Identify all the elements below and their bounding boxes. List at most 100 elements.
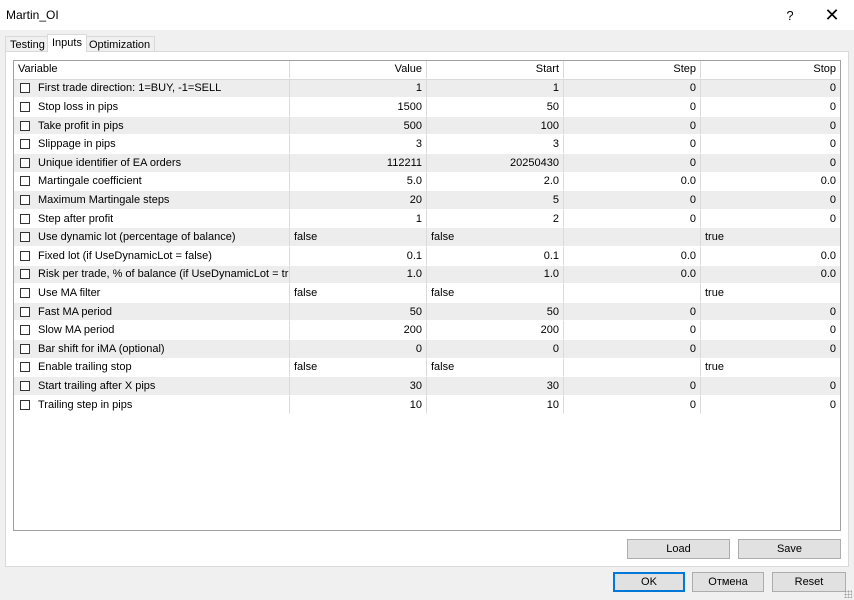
step-cell[interactable]: 0.0	[564, 265, 701, 285]
ok-button[interactable]: OK	[613, 572, 685, 592]
table-row[interactable]: Maximum Martingale steps 20 5 0 0	[14, 191, 840, 210]
start-cell[interactable]: 1.0	[427, 265, 564, 285]
cancel-button[interactable]: Отмена	[692, 572, 764, 592]
stop-cell[interactable]: 0	[701, 340, 840, 359]
step-cell[interactable]: 0	[564, 340, 701, 359]
value-cell[interactable]: 0.1	[290, 247, 427, 266]
value-cell[interactable]: 30	[290, 377, 427, 396]
stop-cell[interactable]: 0	[701, 210, 840, 229]
variable-cell[interactable]: Maximum Martingale steps	[14, 191, 290, 210]
stop-cell[interactable]: 0.0	[701, 173, 840, 192]
table-row[interactable]: Stop loss in pips 1500 50 0 0	[14, 98, 840, 117]
reset-button[interactable]: Reset	[772, 572, 846, 592]
stop-cell[interactable]: 0	[701, 396, 840, 415]
optimize-checkbox[interactable]	[20, 287, 30, 298]
optimize-checkbox[interactable]	[20, 139, 30, 150]
value-cell[interactable]: 3	[290, 135, 427, 154]
table-row[interactable]: Fixed lot (if UseDynamicLot = false) 0.1 0…	[14, 247, 840, 266]
table-row[interactable]: Enable trailing stop false false true	[14, 358, 840, 378]
variable-cell[interactable]: Slow MA period	[14, 321, 290, 340]
step-cell[interactable]: 0.0	[564, 247, 701, 266]
variable-cell[interactable]: Fixed lot (if UseDynamicLot = false)	[14, 247, 290, 266]
optimize-checkbox[interactable]	[20, 120, 30, 131]
header-stop[interactable]: Stop	[701, 61, 840, 79]
stop-cell[interactable]: 0	[701, 191, 840, 210]
step-cell[interactable]: 0	[564, 302, 701, 322]
save-button[interactable]: Save	[738, 539, 841, 559]
start-cell[interactable]: 0	[427, 340, 564, 359]
step-cell[interactable]: 0	[564, 98, 701, 117]
variable-cell[interactable]: Risk per trade, % of balance (if UseDyna…	[14, 265, 290, 285]
optimize-checkbox[interactable]	[20, 399, 30, 410]
optimize-checkbox[interactable]	[20, 232, 30, 243]
value-cell[interactable]: 10	[290, 395, 427, 415]
value-cell[interactable]: 1500	[290, 98, 427, 117]
optimize-checkbox[interactable]	[20, 269, 30, 280]
value-cell[interactable]: 112211	[290, 154, 427, 173]
optimize-checkbox[interactable]	[20, 213, 30, 224]
table-row[interactable]: First trade direction: 1=BUY, -1=SELL 1 1 0…	[14, 79, 840, 99]
table-row[interactable]: Fast MA period 50 50 0 0	[14, 302, 840, 322]
start-cell[interactable]: false	[427, 228, 564, 247]
header-start[interactable]: Start	[427, 61, 564, 79]
stop-cell[interactable]: 0	[701, 377, 840, 396]
variable-cell[interactable]: Bar shift for iMA (optional)	[14, 340, 290, 359]
stop-cell[interactable]: true	[701, 359, 840, 378]
table-row[interactable]: Risk per trade, % of balance (if UseDyna…	[14, 265, 840, 285]
header-step[interactable]: Step	[564, 61, 701, 79]
variable-cell[interactable]: First trade direction: 1=BUY, -1=SELL	[14, 79, 290, 99]
help-button[interactable]: ?	[770, 0, 810, 30]
value-cell[interactable]: false	[290, 358, 427, 378]
stop-cell[interactable]: 0	[701, 80, 840, 99]
table-row[interactable]: Unique identifier of EA orders 112211 2025…	[14, 154, 840, 173]
optimize-checkbox[interactable]	[20, 157, 30, 168]
value-cell[interactable]: 0	[290, 340, 427, 359]
value-cell[interactable]: 5.0	[290, 172, 427, 192]
table-row[interactable]: Slippage in pips 3 3 0 0	[14, 135, 840, 154]
start-cell[interactable]: 50	[427, 98, 564, 117]
step-cell[interactable]: 0	[564, 191, 701, 210]
table-row[interactable]: Trailing step in pips 10 10 0 0	[14, 395, 840, 415]
table-row[interactable]: Start trailing after X pips 30 30 0 0	[14, 377, 840, 396]
step-cell[interactable]: 0	[564, 209, 701, 229]
close-button[interactable]: ✕	[812, 0, 852, 30]
stop-cell[interactable]: true	[701, 284, 840, 303]
start-cell[interactable]: 100	[427, 116, 564, 136]
value-cell[interactable]: 1.0	[290, 265, 427, 285]
value-cell[interactable]: 1	[290, 209, 427, 229]
variable-cell[interactable]: Enable trailing stop	[14, 358, 290, 378]
step-cell[interactable]: 0	[564, 377, 701, 396]
variable-cell[interactable]: Slippage in pips	[14, 135, 290, 154]
step-cell[interactable]	[564, 284, 701, 303]
optimize-checkbox[interactable]	[20, 343, 30, 354]
step-cell[interactable]: 0	[564, 395, 701, 415]
optimize-checkbox[interactable]	[20, 306, 30, 317]
start-cell[interactable]: 1	[427, 79, 564, 99]
value-cell[interactable]: 1	[290, 79, 427, 99]
start-cell[interactable]: 5	[427, 191, 564, 210]
variable-cell[interactable]: Step after profit	[14, 209, 290, 229]
table-row[interactable]: Bar shift for iMA (optional) 0 0 0 0	[14, 340, 840, 359]
value-cell[interactable]: false	[290, 228, 427, 247]
optimize-checkbox[interactable]	[20, 362, 30, 373]
stop-cell[interactable]: 0	[701, 154, 840, 173]
table-row[interactable]: Take profit in pips 500 100 0 0	[14, 116, 840, 136]
stop-cell[interactable]: 0	[701, 98, 840, 117]
stop-cell[interactable]: 0	[701, 321, 840, 340]
variable-cell[interactable]: Fast MA period	[14, 302, 290, 322]
table-row[interactable]: Martingale coefficient 5.0 2.0 0.0 0.0	[14, 172, 840, 192]
optimize-checkbox[interactable]	[20, 250, 30, 261]
start-cell[interactable]: 20250430	[427, 154, 564, 173]
optimize-checkbox[interactable]	[20, 194, 30, 205]
start-cell[interactable]: 2.0	[427, 172, 564, 192]
value-cell[interactable]: 20	[290, 191, 427, 210]
variable-cell[interactable]: Start trailing after X pips	[14, 377, 290, 396]
variable-cell[interactable]: Unique identifier of EA orders	[14, 154, 290, 173]
variable-cell[interactable]: Use dynamic lot (percentage of balance)	[14, 228, 290, 247]
header-value[interactable]: Value	[290, 61, 427, 79]
start-cell[interactable]: 10	[427, 395, 564, 415]
optimize-checkbox[interactable]	[20, 176, 30, 187]
step-cell[interactable]: 0	[564, 135, 701, 154]
step-cell[interactable]	[564, 358, 701, 378]
optimize-checkbox[interactable]	[20, 325, 30, 336]
